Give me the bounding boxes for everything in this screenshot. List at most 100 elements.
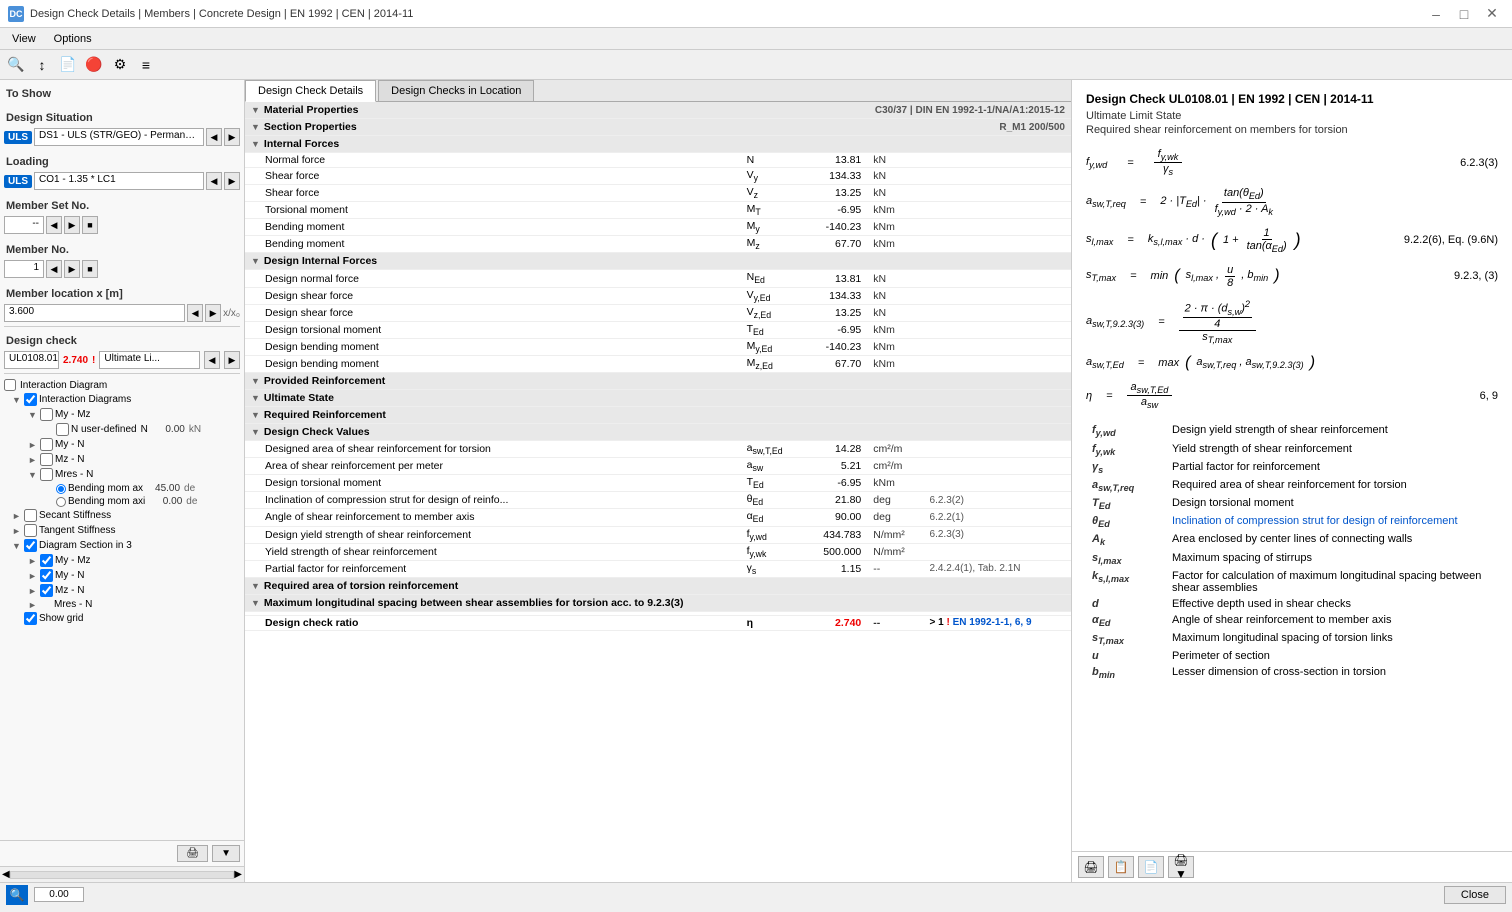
cv-asw-t-ed: Designed area of shear reinforcement for… [245,441,1071,458]
close-window-button[interactable]: ✕ [1480,4,1504,24]
ds-my-n: ► My - N [28,568,240,583]
co1-combo[interactable]: CO1 - 1.35 * LC1 [34,172,204,190]
toolbar-btn-3[interactable]: 📄 [56,53,80,77]
mn-prev-btn[interactable]: ◀ [46,260,62,278]
toolbar-btn-2[interactable]: ↕ [30,53,54,77]
member-set-input[interactable]: -- [4,216,44,234]
legend-theta: θEd Inclination of compression strut for… [1086,513,1498,531]
cv-asw: Area of shear reinforcement per meter as… [245,458,1071,475]
design-check-row: UL0108.01 2.740 ! Ultimate Li... ◀ ▶ [4,351,240,369]
tab-design-check-details[interactable]: Design Check Details [245,80,376,102]
ds-prev-btn[interactable]: ◀ [206,128,222,146]
dforce-bending-z: Design bending moment Mz,Ed 67.70 kNm [245,355,1071,372]
check-type-combo[interactable]: Ultimate Li... [99,351,200,369]
co-next-btn[interactable]: ▶ [224,172,240,190]
force-row-shear-z: Shear force Vz 13.25 kN [245,185,1071,202]
legend-alpha: αEd Angle of shear reinforcement to memb… [1086,612,1498,630]
legend-d: d Effective depth used in shear checks [1086,596,1498,612]
tab-design-checks-location[interactable]: Design Checks in Location [378,80,534,101]
chk-prev-btn[interactable]: ◀ [204,351,220,369]
left-panel-footer: 🖨 ▼ [0,840,244,866]
stress-plane-radio: Bending mom axi 0.00 de [44,495,240,508]
legend-ak: Ak Area enclosed by center lines of conn… [1086,531,1498,549]
formula-icon-btn-1[interactable]: 🖨 [1078,856,1104,878]
status-bar: 🔍 0.00 Close [0,882,1512,906]
section-properties-section: ▼Section Properties R_M1 200/500 [245,119,1071,136]
ds1-combo[interactable]: DS1 - ULS (STR/GEO) - Permane... [34,128,204,146]
maximize-button[interactable]: □ [1452,4,1476,24]
dforce-bending-y: Design bending moment My,Ed -140.23 kNm [245,338,1071,355]
coord-display: 0.00 [34,887,84,902]
status-search-btn[interactable]: 🔍 [6,885,28,905]
dforce-shear-y: Design shear force Vy,Ed 134.33 kN [245,287,1071,304]
member-no-input[interactable]: 1 [4,260,44,278]
location-input[interactable]: 3.600 [4,304,185,322]
ds-next-btn[interactable]: ▶ [224,128,240,146]
legend-st-max: sT,max Maximum longitudinal spacing of t… [1086,630,1498,648]
check-ratio-val: 2.740 [63,355,88,366]
dforce-normal: Design normal force NEd 13.81 kN [245,270,1071,287]
dforce-torsion: Design torsional moment TEd -6.95 kNm [245,321,1071,338]
mz-n-row: ► Mz - N [28,452,240,467]
member-no-row: 1 ◀ ▶ ■ [4,260,240,278]
check-num-input[interactable]: UL0108.01 [4,351,59,369]
loc-next-btn[interactable]: ▶ [205,304,221,322]
chk-next-btn[interactable]: ▶ [224,351,240,369]
ms-action-btn[interactable]: ■ [82,216,98,234]
minimize-button[interactable]: – [1424,4,1448,24]
legend-ted: TEd Design torsional moment [1086,495,1498,513]
tab-bar: Design Check Details Design Checks in Lo… [245,80,1071,102]
left-scroll-left[interactable]: ◀ [2,869,10,880]
mn-action-btn[interactable]: ■ [82,260,98,278]
check-flag: ! [92,355,95,366]
main-layout: To Show Design Situation ULS DS1 - ULS (… [0,80,1512,882]
loc-prev-btn[interactable]: ◀ [187,304,203,322]
mres-n-row: ▼ Mres - N [28,467,240,482]
tangent-stiffness-row: ► Tangent Stiffness [12,523,240,538]
formula-icon-btn-2[interactable]: 📋 [1108,856,1134,878]
menu-options[interactable]: Options [46,31,100,47]
interaction-diagram-check[interactable]: Interaction Diagram [4,378,240,392]
left-scrollbar[interactable] [10,871,235,879]
force-row-torsion: Torsional moment MT -6.95 kNm [245,202,1071,219]
co-prev-btn[interactable]: ◀ [206,172,222,190]
formula-asw-t-req: asw,T,req = 2 · |TEd| · tan(θEd) fy,wd ·… [1086,187,1498,216]
force-row-shear-y: Shear force Vy 134.33 kN [245,168,1071,185]
toolbar-btn-4[interactable]: 🔴 [82,53,106,77]
center-panel: Design Check Details Design Checks in Lo… [245,80,1072,882]
formula-eta: η = asw,T,Ed asw 6, 9 [1086,381,1498,410]
design-check-values-section: ▼Design Check Values [245,424,1071,441]
toolbar-btn-1[interactable]: 🔍 [4,53,28,77]
member-set-row: -- ◀ ▶ ■ [4,216,240,234]
ms-next-btn[interactable]: ▶ [64,216,80,234]
left-scroll-right[interactable]: ▶ [234,869,242,880]
legend-u: u Perimeter of section [1086,648,1498,664]
menu-view[interactable]: View [4,31,44,47]
formula-icon-btn-4[interactable]: 🖨▼ [1168,856,1194,878]
member-loc-row: 3.600 ◀ ▶ x/x₀ [4,304,240,322]
interaction-diagrams-row: ▼ Interaction Diagrams [12,392,240,407]
required-reinforcement-section: ▼Required Reinforcement [245,407,1071,424]
print-options-btn[interactable]: ▼ [212,845,240,862]
left-panel: To Show Design Situation ULS DS1 - ULS (… [0,80,245,882]
mn-next-btn[interactable]: ▶ [64,260,80,278]
toolbar-btn-5[interactable]: ⚙ [108,53,132,77]
secant-stiffness-row: ► Secant Stiffness [12,508,240,523]
loading-row: ULS CO1 - 1.35 * LC1 ◀ ▶ [4,172,240,190]
formula-sl-max: sl,max = ks,l,max · d · ( 1 + 1 tan(αEd)… [1086,227,1498,254]
legend-fywk: fy,wk Yield strength of shear reinforcem… [1086,441,1498,459]
right-panel-state: Ultimate Limit State [1086,110,1498,122]
ms-prev-btn[interactable]: ◀ [46,216,62,234]
force-row-normal: Normal force N 13.81 kN [245,153,1071,168]
close-button[interactable]: Close [1444,886,1506,904]
cv-fywk: Yield strength of shear reinforcement fy… [245,543,1071,560]
formula-icon-btn-3[interactable]: 📄 [1138,856,1164,878]
print-button[interactable]: 🖨 [177,845,208,862]
toolbar: 🔍 ↕ 📄 🔴 ⚙ ≡ [0,50,1512,80]
toolbar-btn-6[interactable]: ≡ [134,53,158,77]
expand-diagrams[interactable]: ▼ [12,395,22,405]
required-torsion-section: ▼Required area of torsion reinforcement [245,577,1071,594]
my-n-row: ► My - N [28,437,240,452]
right-panel-content: Design Check UL0108.01 | EN 1992 | CEN |… [1072,80,1512,851]
formula-fywd: fy,wd = fy,wk γs 6.2.3(3) [1086,148,1498,177]
